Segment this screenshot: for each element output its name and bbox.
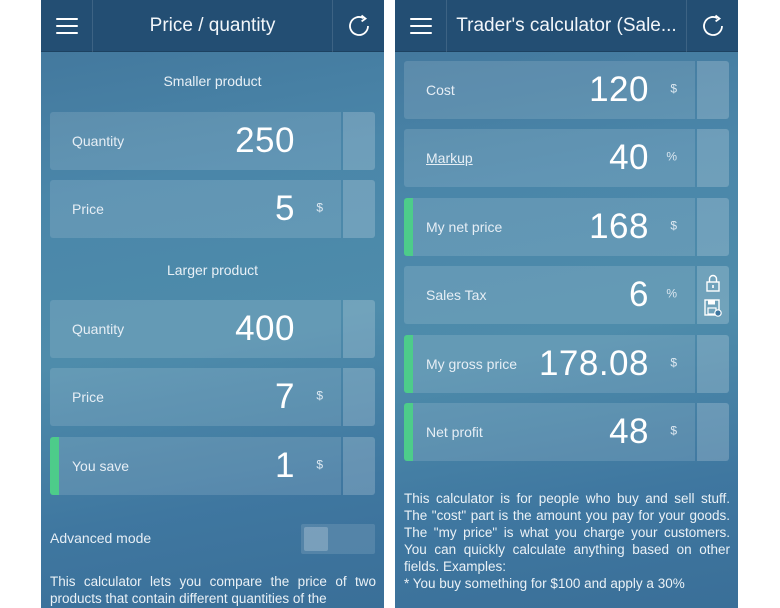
top-bar: Trader's calculator (Sale... (395, 0, 738, 52)
you-save-result: You save 1 $ (50, 437, 341, 495)
smaller-price-field[interactable]: Price 5 $ (50, 180, 341, 238)
row-side-button[interactable] (343, 112, 375, 170)
sales-tax-field[interactable]: Sales Tax 6 % (404, 266, 695, 324)
larger-price-row[interactable]: Price 7 $ (50, 368, 375, 426)
hamburger-menu-icon[interactable] (395, 0, 447, 52)
row-unit: % (666, 149, 677, 164)
description-text: This calculator is for people who buy an… (404, 490, 730, 592)
larger-price-field[interactable]: Price 7 $ (50, 368, 341, 426)
cost-row[interactable]: Cost 120 $ (404, 61, 729, 119)
row-value: 178.08 (538, 344, 649, 383)
larger-product-heading: Larger product (166, 262, 259, 278)
row-label: Price (72, 389, 104, 405)
net-profit-result: Net profit 48 $ (404, 403, 695, 461)
row-side-button[interactable] (343, 437, 375, 495)
row-unit: $ (316, 388, 323, 403)
row-unit: $ (670, 218, 677, 233)
sales-tax-side-panel (697, 266, 729, 324)
sales-tax-row[interactable]: Sales Tax 6 % (404, 266, 729, 324)
row-label: My gross price (426, 356, 518, 372)
smaller-price-row[interactable]: Price 5 $ (50, 180, 375, 238)
row-side-button[interactable] (343, 368, 375, 426)
gross-price-result: My gross price 178.08 $ (404, 335, 695, 393)
row-label: Price (72, 201, 104, 217)
row-side-button[interactable] (697, 335, 729, 393)
row-value: 40 (609, 138, 649, 177)
larger-quantity-field[interactable]: Quantity 400 (50, 300, 341, 358)
row-label: Cost (426, 82, 455, 98)
smaller-quantity-row[interactable]: Quantity 250 (50, 112, 375, 170)
description-example: * You buy something for $100 and apply a… (404, 576, 685, 591)
row-side-button[interactable] (697, 198, 729, 256)
screen-title: Trader's calculator (Sale... (456, 14, 677, 36)
row-value: 6 (629, 275, 649, 314)
description-body: This calculator is for people who buy an… (404, 491, 730, 574)
row-value: 250 (235, 121, 295, 160)
row-label: Net profit (426, 424, 483, 440)
lock-icon[interactable] (704, 273, 722, 293)
row-label: Sales Tax (426, 287, 487, 303)
markup-link[interactable]: Markup (426, 150, 473, 166)
row-unit: $ (316, 457, 323, 472)
refresh-icon[interactable] (686, 0, 738, 52)
smaller-quantity-field[interactable]: Quantity 250 (50, 112, 341, 170)
traders-calculator-screen: Trader's calculator (Sale... Cost 120 $ … (395, 0, 738, 608)
row-value: 120 (589, 70, 649, 109)
row-side-button[interactable] (697, 129, 729, 187)
price-quantity-screen: Price / quantity Smaller product Quantit… (41, 0, 384, 608)
row-value: 7 (275, 377, 295, 416)
row-side-button[interactable] (697, 61, 729, 119)
toggle-knob (304, 527, 328, 551)
row-unit: $ (670, 423, 677, 438)
row-unit: $ (670, 81, 677, 96)
larger-quantity-row[interactable]: Quantity 400 (50, 300, 375, 358)
description-text: This calculator lets you compare the pri… (50, 574, 376, 606)
row-label: My net price (426, 219, 503, 235)
net-price-row: My net price 168 $ (404, 198, 729, 256)
row-value: 48 (609, 412, 649, 451)
row-unit: % (666, 286, 677, 301)
advanced-mode-toggle[interactable] (301, 524, 375, 554)
row-unit: $ (670, 355, 677, 370)
row-unit: $ (316, 200, 323, 215)
advanced-mode-label: Advanced mode (50, 530, 152, 546)
row-side-button[interactable] (697, 403, 729, 461)
smaller-product-heading: Smaller product (163, 73, 262, 89)
row-label: Quantity (72, 133, 125, 149)
you-save-row: You save 1 $ (50, 437, 375, 495)
row-value: 400 (235, 309, 295, 348)
markup-field[interactable]: Markup 40 % (404, 129, 695, 187)
row-value: 1 (275, 446, 295, 485)
save-icon[interactable] (703, 298, 723, 318)
hamburger-menu-icon[interactable] (41, 0, 93, 52)
net-profit-row: Net profit 48 $ (404, 403, 729, 461)
markup-row[interactable]: Markup 40 % (404, 129, 729, 187)
row-label: You save (72, 458, 130, 474)
refresh-icon[interactable] (332, 0, 384, 52)
row-value: 5 (275, 189, 295, 228)
row-label: Quantity (72, 321, 125, 337)
gross-price-row: My gross price 178.08 $ (404, 335, 729, 393)
cost-field[interactable]: Cost 120 $ (404, 61, 695, 119)
row-side-button[interactable] (343, 180, 375, 238)
screen-title: Price / quantity (149, 14, 276, 36)
top-bar: Price / quantity (41, 0, 384, 52)
row-value: 168 (589, 207, 649, 246)
net-price-result: My net price 168 $ (404, 198, 695, 256)
row-side-button[interactable] (343, 300, 375, 358)
